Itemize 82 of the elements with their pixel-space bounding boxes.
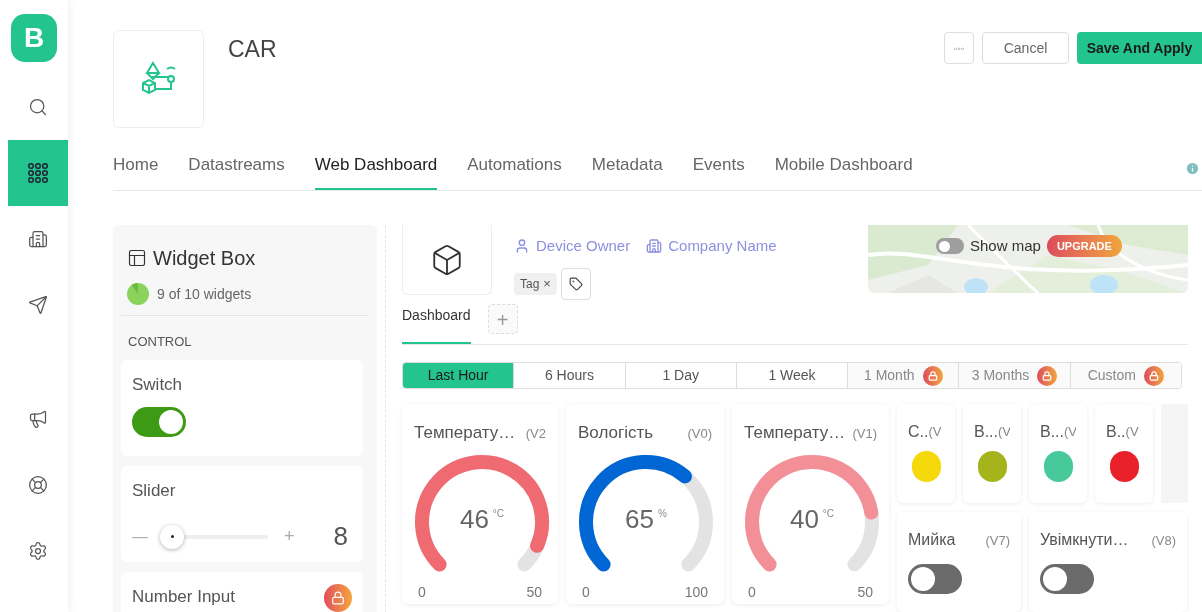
send-icon (28, 295, 48, 315)
widget-title: В... (974, 422, 998, 442)
widget-title: В.. (1106, 422, 1126, 442)
pin-label: (V (1064, 423, 1076, 441)
tab[interactable]: Home (113, 151, 159, 190)
widget-title: В... (1040, 422, 1064, 442)
pie-icon (127, 283, 149, 305)
tag-icon (568, 276, 583, 291)
lock-badge (324, 583, 352, 612)
gauge-max: 50 (857, 582, 873, 602)
grid-icon (28, 163, 48, 183)
gauge-unit: % (658, 506, 667, 521)
more-button[interactable]: ◦◦◦ (944, 32, 974, 64)
widget-title: Температу… (744, 422, 846, 444)
tab[interactable]: Automations (467, 151, 562, 190)
gauge-max: 100 (684, 582, 708, 602)
device-title: CAR (228, 35, 277, 64)
slider-value: 8 (333, 520, 348, 553)
panel-title: Widget Box (153, 246, 256, 271)
pin-label: (V (998, 423, 1010, 441)
gauge-value: 46 (459, 505, 489, 532)
add-tag-button[interactable] (560, 267, 591, 300)
pin-label: (V2 (525, 425, 546, 443)
pin-label: (V8) (1151, 532, 1176, 550)
slider-thumb[interactable] (160, 524, 184, 549)
gauge-min: 0 (748, 582, 756, 602)
widget-title: Number Input (132, 585, 235, 608)
gauge-max: 50 (526, 582, 542, 602)
widget-card[interactable]: Switch (121, 359, 363, 456)
info-icon[interactable] (1185, 161, 1200, 176)
gauge-value: 40 (789, 505, 819, 532)
widget-card[interactable]: Number Input (121, 571, 363, 612)
time-range-option[interactable]: Last Hour (403, 363, 514, 388)
toggle-switch[interactable] (132, 407, 186, 437)
pin-label: (V1) (852, 425, 877, 443)
widget-title: Switch (132, 373, 183, 396)
widget-count: 9 of 10 widgets (157, 284, 252, 304)
pin-label: (V7) (985, 532, 1010, 550)
cancel-button[interactable]: Cancel (982, 32, 1069, 64)
building-icon (28, 229, 48, 249)
tab[interactable]: Metadata (591, 151, 663, 190)
sidebar-item[interactable] (8, 140, 68, 206)
user-icon (514, 238, 530, 255)
widget-title: Мийка (908, 530, 956, 550)
dashboard-tab[interactable]: Dashboard (402, 305, 471, 345)
lifebuoy-icon (28, 475, 48, 495)
time-range-option[interactable]: 1 Month (847, 363, 959, 388)
gauge-min: 0 (582, 582, 590, 602)
pin-label: (V (1125, 423, 1139, 441)
gauge-value: 65 (625, 505, 654, 532)
building-icon (646, 238, 663, 255)
toggle-switch[interactable] (1040, 564, 1094, 594)
save-button[interactable]: Save And Apply (1077, 32, 1202, 64)
time-range-option[interactable]: Custom (1069, 363, 1181, 388)
pin-label: (V (928, 423, 942, 441)
time-range-option[interactable]: 3 Months (958, 363, 1070, 388)
pin-label: (V0) (687, 425, 712, 443)
widget-title: Slider (132, 479, 176, 502)
widget-card[interactable]: Slider — + 8 (121, 465, 363, 562)
search-icon (28, 97, 48, 117)
tab[interactable]: Events (692, 151, 745, 190)
tab[interactable]: Mobile Dashboard (774, 151, 913, 190)
toggle-switch[interactable] (908, 564, 962, 594)
owner-link[interactable]: Device Owner (536, 235, 631, 258)
widget-title: Вологість (578, 422, 654, 444)
tab[interactable]: Web Dashboard (314, 151, 438, 190)
toggle-label: Show map (970, 236, 1041, 256)
section-label: CONTROL (127, 333, 193, 351)
toggle-switch[interactable] (936, 238, 964, 255)
widget-title: С.. (908, 422, 929, 442)
gauge-unit: °C (492, 506, 505, 521)
settings-icon (28, 541, 48, 561)
tag-chip: Tag × (514, 272, 557, 295)
gauge-min: 0 (418, 582, 426, 602)
widget-title: Увімкнути… (1040, 530, 1129, 550)
widget-box-icon (127, 248, 147, 268)
widget-title: Температу… (414, 422, 516, 444)
gauge-unit: °C (822, 506, 835, 521)
tab[interactable]: Datastreams (188, 151, 285, 190)
megaphone-icon (28, 409, 48, 429)
remove-tag[interactable]: × (543, 273, 551, 294)
box-icon (430, 242, 464, 277)
